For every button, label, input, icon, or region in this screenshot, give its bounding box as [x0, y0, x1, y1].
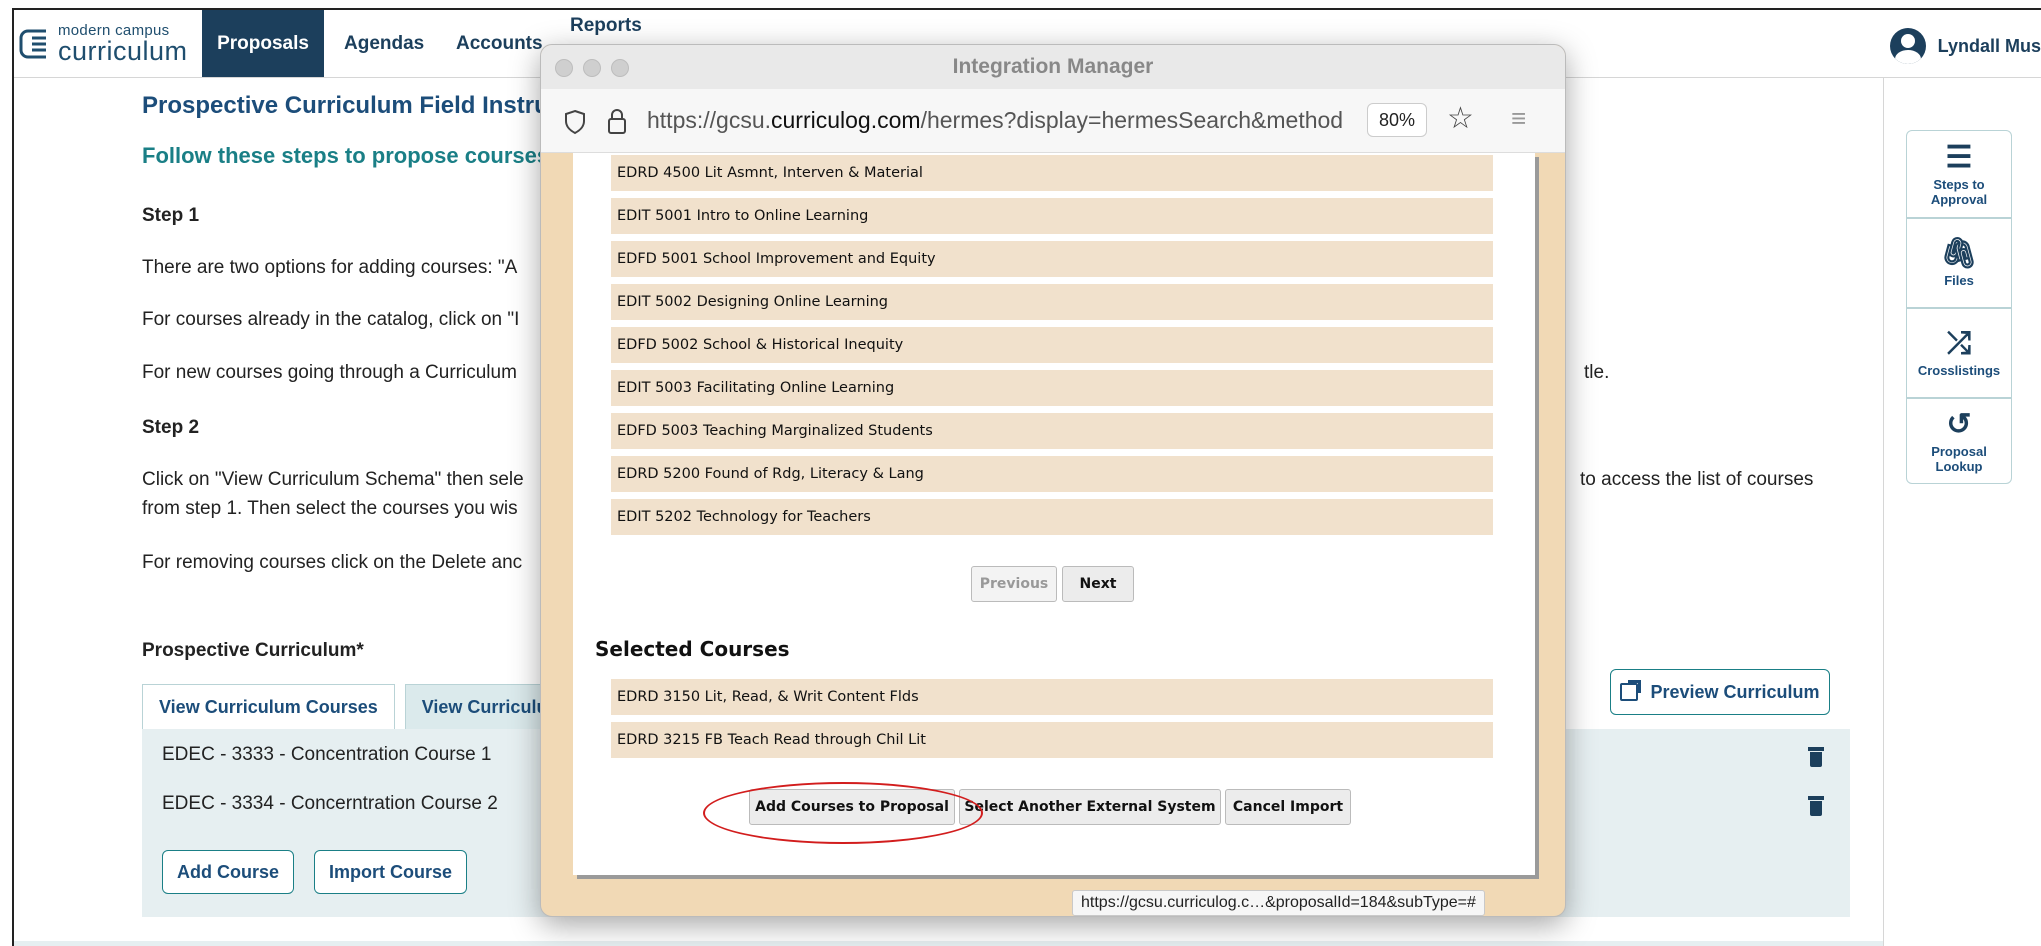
hamburger-menu-icon[interactable]: ≡	[1511, 103, 1526, 134]
shuffle-icon: ⤮	[1947, 327, 1971, 361]
external-course-item[interactable]: EDRD 4500 Lit Asmnt, Interven & Material	[611, 155, 1493, 191]
add-course-button[interactable]: Add Course	[162, 850, 295, 894]
course-row: EDEC - 3333 - Concentration Course 1	[162, 744, 492, 765]
course-row: EDEC - 3334 - Concerntration Course 2	[162, 793, 498, 814]
integration-content: EDRD 4500 Lit Asmnt, Interven & Material…	[573, 153, 1535, 875]
nav-accounts[interactable]: Accounts	[456, 10, 543, 77]
window-maximize-icon[interactable]	[611, 59, 629, 77]
external-course-item[interactable]: EDFD 5002 School & Historical Inequity	[611, 327, 1493, 363]
sidebar-label: Files	[1944, 273, 1974, 289]
logo-wordmark: curriculum	[58, 36, 188, 66]
highlight-annotation-circle	[703, 782, 983, 844]
import-course-button[interactable]: Import Course	[314, 850, 468, 894]
sidebar-proposal-lookup[interactable]: ↺ Proposal Lookup	[1906, 398, 2012, 484]
logo[interactable]: modern campus curriculum	[18, 22, 188, 66]
external-course-item[interactable]: EDIT 5002 Designing Online Learning	[611, 284, 1493, 320]
sidebar-files[interactable]: 🖇 Files	[1906, 218, 2012, 308]
avatar-icon	[1889, 28, 1926, 64]
external-course-item[interactable]: EDIT 5001 Intro to Online Learning	[611, 198, 1493, 234]
lock-icon[interactable]	[607, 107, 627, 135]
instruction-schema-tail: to access the list of courses	[1580, 469, 1814, 490]
footer-band	[14, 941, 1883, 946]
external-course-item[interactable]: EDIT 5202 Technology for Teachers	[611, 499, 1493, 535]
url-field[interactable]: https://gcsu.curriculog.com/hermes?displ…	[647, 107, 1347, 134]
nav-agendas[interactable]: Agendas	[344, 10, 424, 77]
instruction-catalog: For courses already in the catalog, clic…	[142, 309, 520, 330]
list-icon: ☰	[1945, 141, 1973, 175]
integration-manager-window: Integration Manager https://gcsu.curricu…	[540, 44, 1566, 917]
external-course-item[interactable]: EDFD 5003 Teaching Marginalized Students	[611, 413, 1493, 449]
curriculum-tabs: View Curriculum Courses View Curriculum …	[142, 684, 607, 730]
sidebar-label: Steps to Approval	[1930, 177, 1988, 207]
nav-proposals[interactable]: Proposals	[202, 10, 324, 77]
url-path: /hermes?display=hermesSearch&method	[920, 107, 1344, 133]
shield-icon[interactable]	[563, 109, 587, 135]
selected-courses-heading: Selected Courses	[595, 637, 790, 661]
status-bar-url: https://gcsu.curriculog.c…&proposalId=18…	[1072, 890, 1485, 916]
preview-curriculum-label: Preview Curriculum	[1650, 681, 1820, 702]
window-minimize-icon[interactable]	[583, 59, 601, 77]
delete-course-2-icon[interactable]	[1808, 796, 1824, 816]
right-sidebar: ☰ Steps to Approval 🖇 Files ⤮ Crosslisti…	[1883, 78, 2041, 946]
step-2-heading: Step 2	[142, 417, 200, 438]
select-another-external-system-button[interactable]: Select Another External System	[959, 789, 1221, 825]
instructions-subtitle: Follow these steps to propose courses to	[142, 143, 576, 168]
sidebar-label: Crosslistings	[1917, 363, 2001, 379]
preview-curriculum-button[interactable]: Preview Curriculum	[1610, 669, 1830, 715]
history-icon: ↺	[1946, 408, 1972, 442]
external-course-item[interactable]: EDIT 5003 Facilitating Online Learning	[611, 370, 1493, 406]
sidebar-label: Proposal Lookup	[1931, 444, 1987, 474]
window-titlebar: Integration Manager	[541, 45, 1565, 89]
external-course-item[interactable]: EDFD 5001 School Improvement and Equity	[611, 241, 1493, 277]
zoom-level-indicator[interactable]: 80%	[1367, 103, 1427, 137]
address-bar: https://gcsu.curriculog.com/hermes?displ…	[541, 89, 1565, 153]
instruction-schema: Click on "View Curriculum Schema" then s…	[142, 469, 524, 490]
paperclip-icon: 🖇	[1939, 237, 1979, 271]
delete-course-1-icon[interactable]	[1808, 747, 1824, 767]
cancel-import-button[interactable]: Cancel Import	[1225, 789, 1351, 825]
next-page-button[interactable]: Next	[1062, 566, 1134, 602]
prospective-curriculum-label: Prospective Curriculum*	[142, 640, 364, 661]
selected-course-item[interactable]: EDRD 3215 FB Teach Read through Chil Lit	[611, 722, 1493, 758]
external-course-item[interactable]: EDRD 5200 Found of Rdg, Literacy & Lang	[611, 456, 1493, 492]
step-1-heading: Step 1	[142, 205, 200, 226]
bookmark-star-icon[interactable]: ☆	[1447, 101, 1474, 136]
window-title: Integration Manager	[952, 55, 1154, 78]
curriculum-logo-icon	[19, 29, 46, 59]
previous-page-button[interactable]: Previous	[971, 566, 1057, 602]
instruction-select: from step 1. Then select the courses you…	[142, 498, 518, 519]
sidebar-crosslistings[interactable]: ⤮ Crosslistings	[1906, 308, 2012, 398]
instruction-new-courses-tail: tle.	[1584, 362, 1610, 383]
window-close-icon[interactable]	[555, 59, 573, 77]
user-menu[interactable]: Lyndall Mus	[1889, 28, 2041, 64]
external-link-icon	[1620, 680, 1642, 701]
page-title: Prospective Curriculum Field Instructio	[142, 92, 592, 119]
instruction-new-courses: For new courses going through a Curricul…	[142, 362, 517, 383]
url-domain: curriculog.com	[771, 107, 921, 133]
tab-view-curriculum-courses[interactable]: View Curriculum Courses	[142, 684, 395, 730]
sidebar-steps-to-approval[interactable]: ☰ Steps to Approval	[1906, 130, 2012, 218]
url-prefix: https://gcsu.	[647, 107, 772, 133]
instruction-options: There are two options for adding courses…	[142, 257, 518, 278]
user-name: Lyndall Mus	[1937, 35, 2041, 56]
selected-course-item[interactable]: EDRD 3150 Lit, Read, & Writ Content Flds	[611, 679, 1493, 715]
instruction-remove: For removing courses click on the Delete…	[142, 552, 523, 573]
